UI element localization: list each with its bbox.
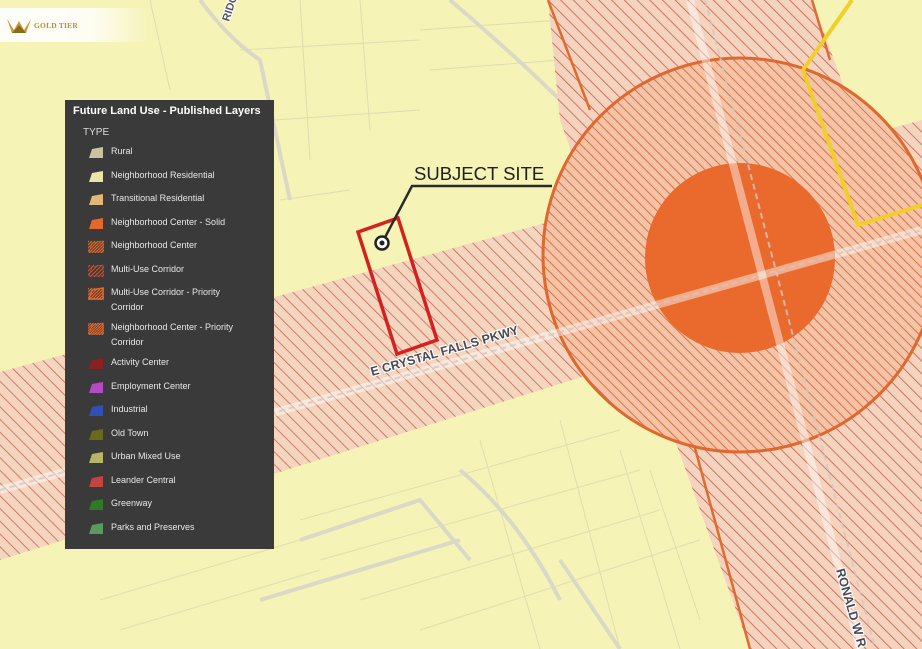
legend-item: Urban Mixed Use <box>88 449 267 464</box>
legend-label: Old Town <box>111 427 149 438</box>
legend-item: Transitional Residential <box>88 191 267 206</box>
legend-swatch-icon <box>88 286 104 300</box>
legend-swatch-icon <box>88 474 104 488</box>
legend-swatch-icon <box>88 497 104 511</box>
legend-swatch-icon <box>88 380 104 394</box>
legend-label: Multi-Use Corridor - Priority Corridor <box>111 287 221 312</box>
legend-swatch-icon <box>88 145 104 159</box>
legend-label: Leander Central <box>111 474 176 485</box>
legend-label: Rural <box>111 146 133 156</box>
legend-item: Greenway <box>88 496 267 511</box>
legend-panel: Future Land Use - Published Layers TYPE … <box>65 100 274 549</box>
legend-label: Parks and Preserves <box>111 521 195 532</box>
legend-item: Neighborhood Center <box>88 238 267 253</box>
legend-item: Old Town <box>88 426 267 441</box>
legend-type-heading: TYPE <box>83 127 110 138</box>
legend-item: Activity Center <box>88 355 267 370</box>
legend-label: Transitional Residential <box>111 193 205 203</box>
legend-item: Rural <box>88 144 267 159</box>
legend-label: Multi-Use Corridor <box>111 263 185 274</box>
legend-label: Industrial <box>111 404 148 414</box>
legend-item: Industrial <box>88 402 267 417</box>
legend-swatch-icon <box>88 216 104 230</box>
subject-site-marker-dot <box>379 240 385 246</box>
legend-swatch-icon <box>88 356 104 370</box>
legend-label: Greenway <box>111 498 153 508</box>
legend-swatch-icon <box>88 169 104 183</box>
legend-label: Activity Center <box>111 357 170 367</box>
legend-label: Neighborhood Center - Priority Corridor <box>111 322 234 347</box>
legend-item: Multi-Use Corridor <box>88 262 267 277</box>
legend-swatch-icon <box>88 192 104 206</box>
legend-item: Neighborhood Center - Solid <box>88 215 267 230</box>
subject-site-label: SUBJECT SITE <box>414 163 544 184</box>
legend-title: Future Land Use - Published Layers <box>73 105 261 117</box>
gold-tier-crown-icon <box>7 19 31 33</box>
logo-text: GOLD TIER <box>34 20 78 30</box>
legend-item: Neighborhood Residential <box>88 168 267 183</box>
legend-swatch-icon <box>88 427 104 441</box>
legend-label: Neighborhood Center - Solid <box>111 216 226 227</box>
legend-swatch-icon <box>88 239 104 253</box>
legend-label: Urban Mixed Use <box>111 451 181 461</box>
legend-item: Parks and Preserves <box>88 520 267 535</box>
legend-item: Multi-Use Corridor - Priority Corridor <box>88 285 267 314</box>
legend-swatch-icon <box>88 321 104 335</box>
legend-swatch-icon <box>88 521 104 535</box>
legend-swatch-icon <box>88 450 104 464</box>
legend-items: Rural Neighborhood Residential Transitiona… <box>73 144 267 535</box>
legend-swatch-icon <box>88 403 104 417</box>
legend-label: Neighborhood Center <box>111 240 198 250</box>
legend-item: Leander Central <box>88 473 267 488</box>
legend-label: Employment Center <box>111 380 191 391</box>
legend-item: Employment Center <box>88 379 267 394</box>
legend-item: Neighborhood Center - Priority Corridor <box>88 320 267 349</box>
legend-label: Neighborhood Residential <box>111 169 215 180</box>
legend-swatch-icon <box>88 263 104 277</box>
gold-tier-logo: GOLD TIER <box>0 8 150 42</box>
